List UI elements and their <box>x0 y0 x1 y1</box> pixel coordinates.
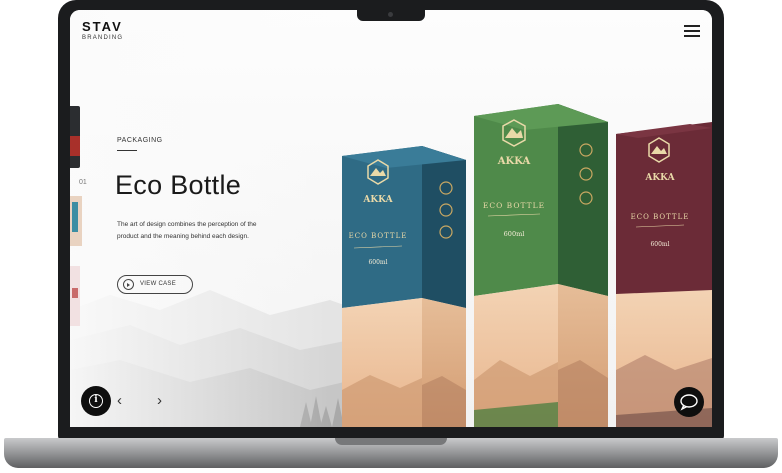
box-product-label: ECO BOTTLE <box>349 232 408 240</box>
website-screen: AKKA ECO BOTTLE 600ml AKKA ECO BOTTLE 60… <box>70 10 712 427</box>
slide-thumbnail[interactable] <box>70 196 82 246</box>
slide-thumbnail[interactable] <box>70 266 80 326</box>
box-brand-label: AKKA <box>644 173 675 183</box>
brand-logo[interactable]: STAV BRANDING <box>82 20 123 41</box>
chevron-right-icon[interactable]: › <box>157 393 162 408</box>
chat-button[interactable] <box>674 387 704 417</box>
play-circle-icon <box>123 279 134 290</box>
box-volume-label: 600ml <box>650 241 669 248</box>
case-category: PACKAGING <box>117 137 163 144</box>
box-volume-label: 600ml <box>504 230 525 238</box>
chevron-left-icon[interactable]: ‹ <box>117 393 122 408</box>
camera-icon <box>388 12 393 17</box>
view-case-label: VIEW CASE <box>140 281 177 287</box>
case-description: The art of design combines the perceptio… <box>117 221 257 240</box>
product-box-green <box>474 104 608 427</box>
box-brand-label: AKKA <box>497 156 531 167</box>
chat-bubble-icon <box>680 394 698 411</box>
box-brand-label: AKKA <box>362 195 393 205</box>
box-product-label: ECO BOTTLE <box>483 201 545 210</box>
category-divider <box>117 150 137 151</box>
slide-thumbnails <box>70 106 82 336</box>
info-button[interactable]: i <box>81 386 111 416</box>
case-title: Eco Bottle <box>115 170 242 200</box>
slide-thumbnail[interactable] <box>70 106 80 168</box>
trackpad-notch <box>335 438 447 445</box>
slide-number: 01 <box>79 179 87 186</box>
brand-name: STAV <box>82 19 123 34</box>
product-box-maroon <box>616 122 712 427</box>
product-box-teal <box>342 146 466 427</box>
info-icon: i <box>89 394 103 408</box>
box-product-label: ECO BOTTLE <box>631 213 690 221</box>
view-case-button[interactable]: VIEW CASE <box>117 275 193 294</box>
brand-tagline: BRANDING <box>82 35 124 41</box>
hamburger-menu-icon[interactable] <box>684 25 700 37</box>
camera-notch <box>357 10 425 21</box>
box-volume-label: 600ml <box>368 259 387 266</box>
laptop-base <box>4 438 778 468</box>
